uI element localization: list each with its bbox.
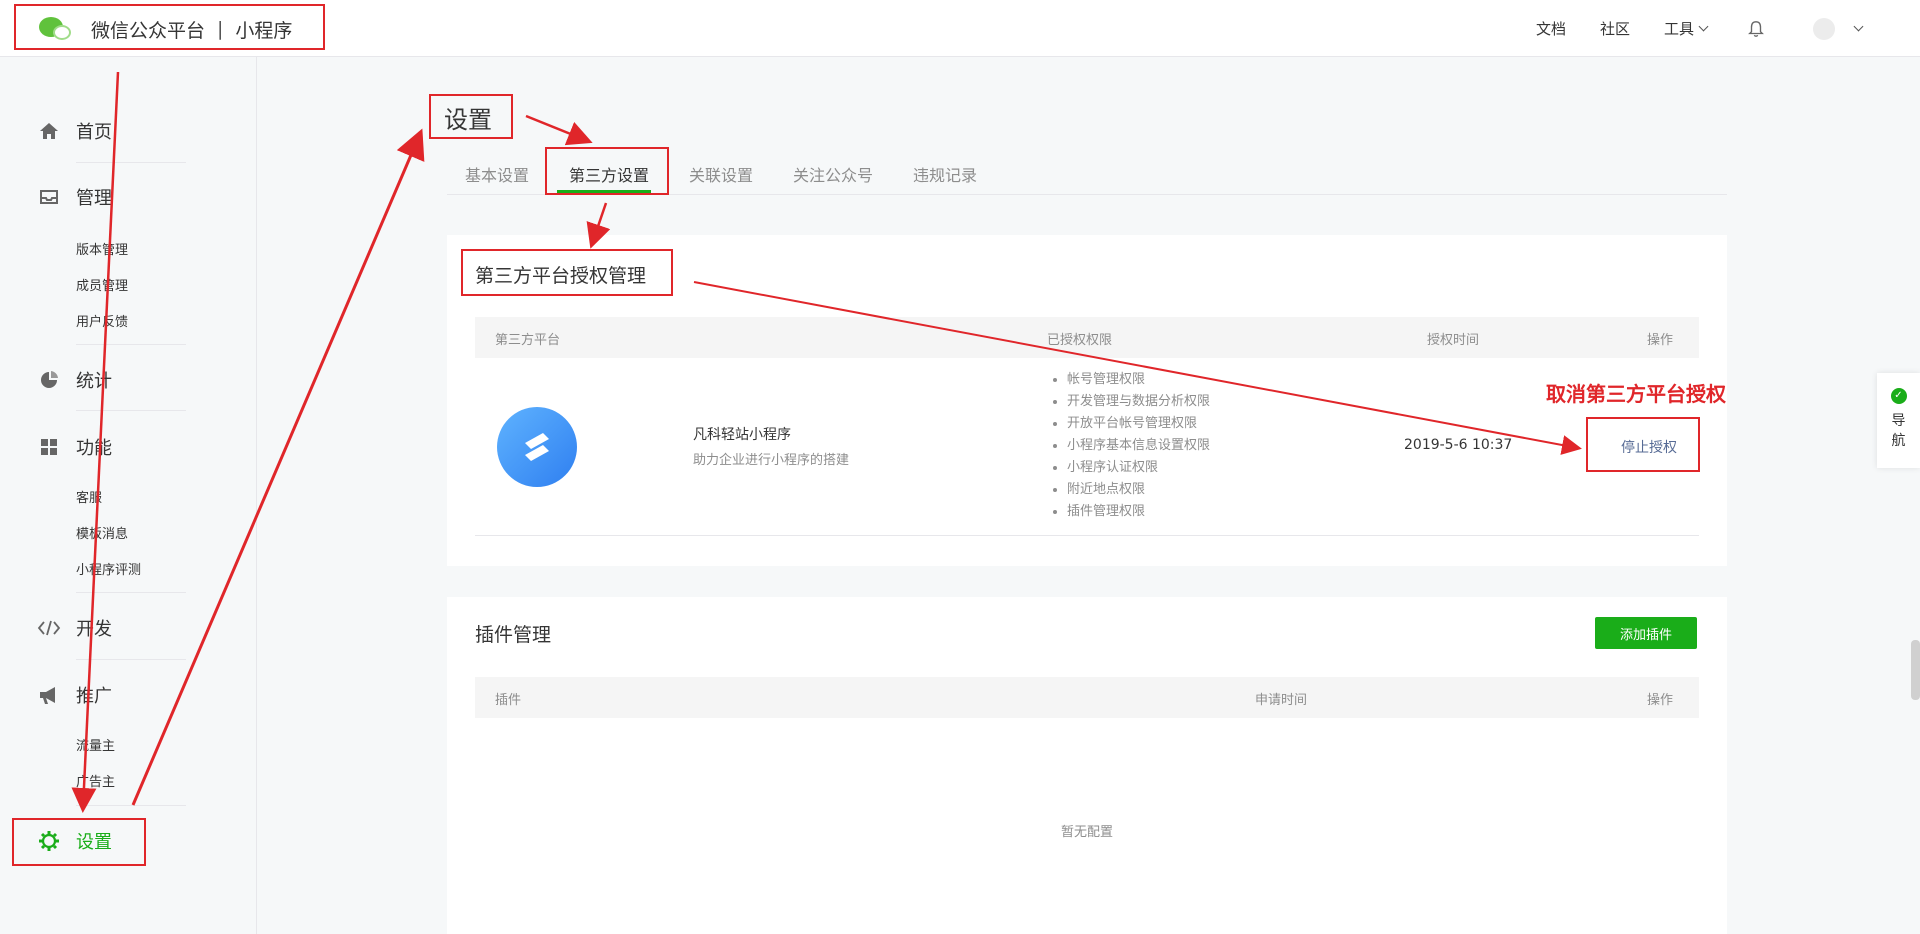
sidebar-subitem-review[interactable]: 小程序评测 [76, 559, 141, 578]
check-icon: ✓ [1890, 388, 1907, 404]
add-plugin-button[interactable]: 添加插件 [1595, 617, 1697, 649]
sidebar-item-label: 开发 [76, 619, 112, 640]
sidebar-item-features[interactable]: 功能 [36, 427, 112, 467]
account-chevron-down-icon[interactable] [1853, 21, 1864, 32]
plugin-card: 插件管理 添加插件 插件 申请时间 操作 暂无配置 [447, 597, 1727, 934]
plugin-table-header: 插件 申请时间 操作 [475, 677, 1699, 718]
nav-docs-link[interactable]: 文档 [1536, 18, 1566, 39]
top-nav: 文档 社区 工具 [1536, 0, 1920, 57]
auth-time: 2019-5-6 10:37 [1404, 437, 1513, 453]
sidebar-divider [76, 805, 186, 806]
third-party-table-header: 第三方平台 已授权权限 授权时间 操作 [475, 317, 1699, 358]
sidebar-item-home[interactable]: 首页 [36, 111, 112, 151]
annotation-box-brand [14, 4, 325, 50]
sidebar-subitem-template[interactable]: 模板消息 [76, 523, 128, 542]
annotation-box-tab [545, 147, 669, 195]
sidebar-subitem-feedback[interactable]: 用户反馈 [76, 311, 128, 330]
app-name: 凡科轻站小程序 [693, 427, 791, 443]
permission-item: 小程序认证权限 [1052, 457, 1210, 479]
sidebar-divider [76, 162, 186, 163]
annotation-box-settings [12, 818, 146, 866]
sidebar-divider [76, 592, 186, 593]
plugin-section-title: 插件管理 [475, 624, 552, 646]
col-plugin-action: 操作 [1647, 693, 1674, 708]
annotation-box-page-title [429, 94, 513, 139]
permission-item: 小程序基本信息设置权限 [1052, 435, 1210, 457]
tab-violations[interactable]: 违规记录 [913, 162, 977, 186]
inbox-icon [36, 184, 62, 210]
nav-tools-dropdown[interactable]: 工具 [1663, 18, 1709, 39]
avatar[interactable] [1813, 17, 1835, 40]
guide-label-1: 导 [1891, 413, 1906, 429]
sidebar-item-label: 功能 [76, 438, 112, 459]
sidebar-item-label: 统计 [76, 371, 112, 392]
grid-icon [36, 434, 62, 460]
arrow-title-to-tab [525, 114, 593, 146]
plugin-empty-state: 暂无配置 [1060, 825, 1113, 840]
sidebar-subitem-version[interactable]: 版本管理 [76, 239, 128, 258]
sidebar-divider [76, 344, 186, 345]
permission-item: 插件管理权限 [1052, 501, 1210, 523]
nav-community-link[interactable]: 社区 [1600, 18, 1630, 39]
col-auth-time: 授权时间 [1427, 333, 1480, 348]
permission-list: 帐号管理权限 开发管理与数据分析权限 开放平台帐号管理权限 小程序基本信息设置权… [1047, 369, 1210, 523]
col-permissions: 已授权权限 [1047, 333, 1113, 348]
annotation-label: 取消第三方平台授权 [1546, 382, 1726, 406]
chevron-down-icon [1698, 21, 1709, 32]
home-icon [36, 118, 62, 144]
sidebar-subitem-advertiser[interactable]: 广告主 [76, 771, 115, 790]
col-apply-time: 申请时间 [1255, 693, 1308, 708]
guide-float-button[interactable]: ✓ 导 航 [1877, 373, 1920, 468]
sidebar-item-dev[interactable]: 开发 [36, 608, 112, 648]
sidebar-divider [76, 659, 186, 660]
app-logo-icon [497, 407, 577, 487]
permission-item: 附近地点权限 [1052, 479, 1210, 501]
megaphone-icon [36, 682, 62, 708]
sidebar-item-stats[interactable]: 统计 [36, 360, 112, 400]
tab-basic[interactable]: 基本设置 [465, 162, 529, 186]
sidebar: 首页 管理 版本管理 成员管理 用户反馈 统计 功能 客服 模板消息 小程序评测… [0, 57, 257, 934]
permission-item: 帐号管理权限 [1052, 369, 1210, 391]
page-scrollbar[interactable] [1911, 640, 1920, 700]
permission-item: 开放平台帐号管理权限 [1052, 413, 1210, 435]
nav-tools-label: 工具 [1663, 20, 1694, 38]
guide-label-2: 航 [1891, 433, 1906, 449]
tab-association[interactable]: 关联设置 [689, 162, 753, 186]
col-action: 操作 [1647, 333, 1674, 348]
sidebar-subitem-service[interactable]: 客服 [76, 487, 102, 506]
sidebar-item-manage[interactable]: 管理 [36, 177, 112, 217]
code-icon [36, 615, 62, 641]
annotation-box-stop [1586, 417, 1700, 472]
sidebar-item-label: 首页 [76, 122, 112, 143]
sidebar-divider [76, 410, 186, 411]
sidebar-subitem-publisher[interactable]: 流量主 [76, 735, 115, 754]
sidebar-subitem-members[interactable]: 成员管理 [76, 275, 128, 294]
sidebar-item-promote[interactable]: 推广 [36, 675, 112, 715]
tab-follow-account[interactable]: 关注公众号 [793, 162, 873, 186]
permission-item: 开发管理与数据分析权限 [1052, 391, 1210, 413]
annotation-box-section [461, 249, 673, 296]
sidebar-item-label: 管理 [76, 188, 112, 209]
bell-icon[interactable] [1747, 20, 1765, 38]
sidebar-item-label: 推广 [76, 686, 112, 707]
row-divider [475, 535, 1699, 536]
pie-chart-icon [36, 367, 62, 393]
app-description: 助力企业进行小程序的搭建 [693, 453, 850, 468]
col-platform: 第三方平台 [495, 333, 561, 348]
col-plugin: 插件 [495, 693, 522, 708]
